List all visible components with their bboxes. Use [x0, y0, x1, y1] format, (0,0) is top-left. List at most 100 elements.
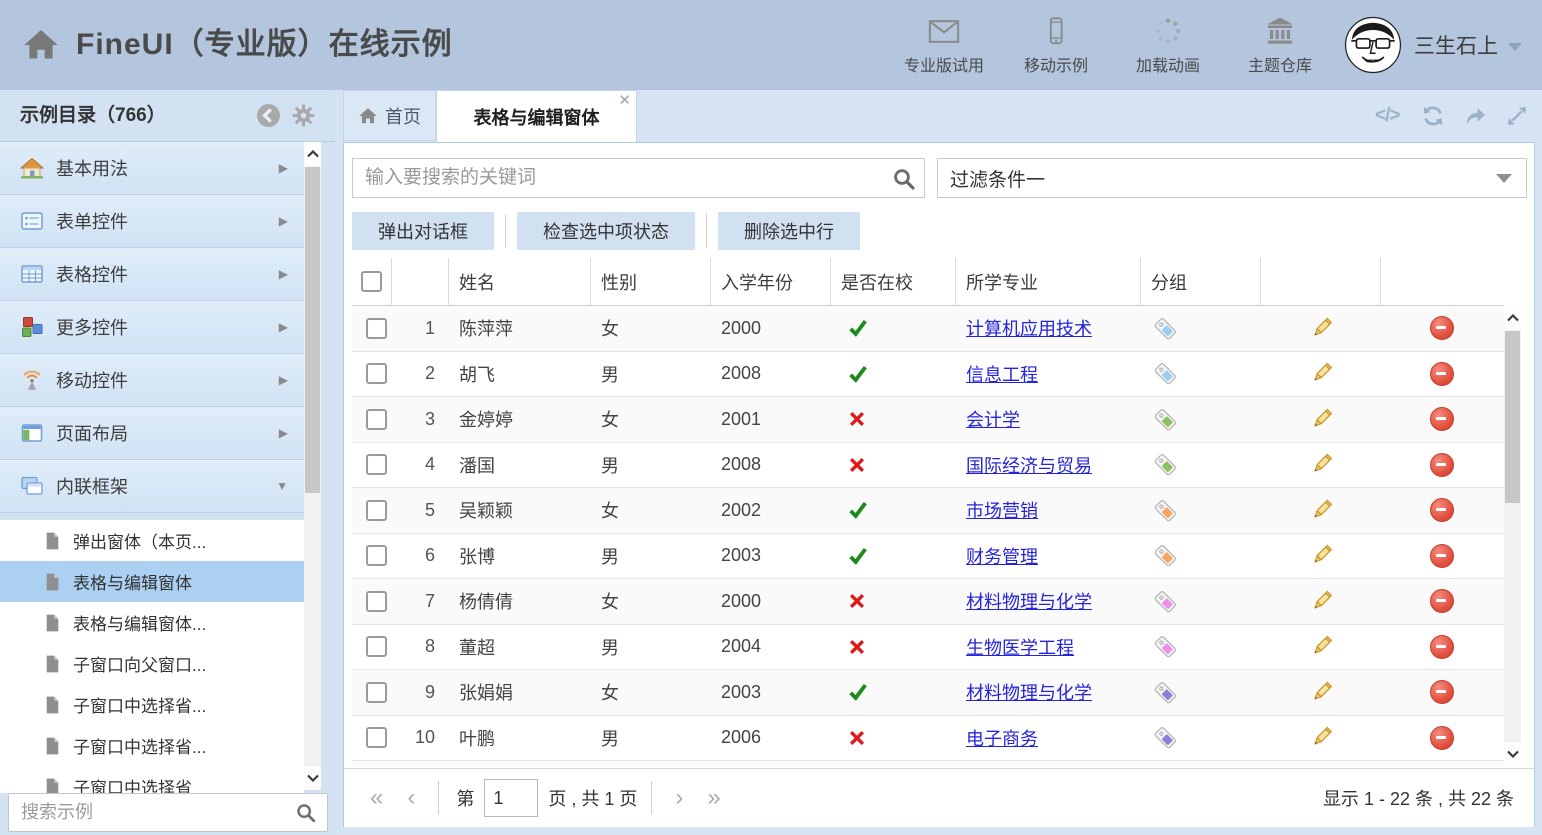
avatar[interactable] [1344, 16, 1402, 74]
delete-icon[interactable] [1430, 316, 1454, 340]
search-icon[interactable] [892, 167, 914, 189]
table-row[interactable]: 1陈萍萍女2000计算机应用技术 [352, 306, 1504, 352]
scroll-up-icon[interactable] [1504, 306, 1521, 330]
row-checkbox[interactable] [366, 318, 387, 339]
sidebar-item[interactable]: 页面布局▶ [0, 407, 304, 460]
scroll-up-icon[interactable] [304, 142, 321, 166]
tab-active[interactable]: 表格与编辑窗体 ✕ [436, 90, 637, 142]
major-link[interactable]: 市场营销 [966, 497, 1038, 523]
row-checkbox[interactable] [366, 409, 387, 430]
table-row[interactable]: 5吴颖颖女2002市场营销 [352, 488, 1504, 534]
column-header[interactable]: 是否在校 [831, 258, 956, 305]
edit-icon[interactable] [1309, 634, 1334, 659]
source-code-icon[interactable]: </> [1375, 104, 1401, 128]
close-icon[interactable]: ✕ [618, 94, 631, 108]
prev-page-button[interactable]: ‹ [395, 783, 427, 813]
edit-icon[interactable] [1309, 543, 1334, 568]
row-checkbox[interactable] [366, 727, 387, 748]
table-row[interactable]: 10叶鹏男2006电子商务 [352, 716, 1504, 762]
sidebar-item[interactable]: 内联框架▼ [0, 460, 304, 513]
delete-icon[interactable] [1430, 726, 1454, 750]
delete-icon[interactable] [1430, 635, 1454, 659]
delete-icon[interactable] [1430, 407, 1454, 431]
table-row[interactable]: 2胡飞男2008信息工程 [352, 352, 1504, 398]
sidebar-subitem[interactable]: 子窗口中选择省 [0, 766, 304, 793]
nav-item[interactable]: 加载动画 [1112, 13, 1224, 79]
action-button[interactable]: 检查选中项状态 [517, 212, 695, 250]
table-row[interactable]: 3金婷婷女2001会计学 [352, 397, 1504, 443]
action-button[interactable]: 删除选中行 [718, 212, 860, 250]
edit-icon[interactable] [1309, 589, 1334, 614]
edit-icon[interactable] [1309, 452, 1334, 477]
next-page-button[interactable]: › [663, 783, 695, 813]
row-checkbox[interactable] [366, 363, 387, 384]
scrollbar-thumb[interactable] [1505, 331, 1520, 503]
sidebar-item[interactable]: 更多控件▶ [0, 301, 304, 354]
scrollbar-thumb[interactable] [305, 167, 320, 493]
table-row[interactable]: 11王晓晗女2002管理科学 [352, 761, 1504, 767]
keyword-search-input[interactable] [353, 166, 892, 190]
sidebar-item[interactable]: 表格控件▶ [0, 248, 304, 301]
sidebar-subitem[interactable]: 子窗口中选择省... [0, 684, 304, 725]
column-header[interactable]: 入学年份 [711, 258, 831, 305]
row-checkbox[interactable] [366, 591, 387, 612]
table-row[interactable]: 8董超男2004生物医学工程 [352, 625, 1504, 671]
edit-icon[interactable] [1309, 498, 1334, 523]
select-all-checkbox[interactable] [361, 271, 382, 292]
delete-icon[interactable] [1430, 362, 1454, 386]
row-checkbox[interactable] [366, 682, 387, 703]
edit-icon[interactable] [1309, 725, 1334, 750]
major-link[interactable]: 会计学 [966, 406, 1020, 432]
last-page-button[interactable]: » [695, 783, 732, 813]
grid-scrollbar[interactable] [1504, 306, 1521, 766]
share-icon[interactable] [1463, 104, 1489, 128]
scroll-down-icon[interactable] [304, 766, 321, 790]
table-row[interactable]: 9张娟娟女2003材料物理与化学 [352, 670, 1504, 716]
major-link[interactable]: 电子商务 [966, 725, 1038, 751]
sidebar-item[interactable]: 基本用法▶ [0, 142, 304, 195]
sidebar-subitem[interactable]: 弹出窗体（本页... [0, 520, 304, 561]
sidebar-subitem[interactable]: 子窗口向父窗口... [0, 643, 304, 684]
search-icon[interactable] [295, 802, 317, 824]
major-link[interactable]: 计算机应用技术 [966, 315, 1092, 341]
edit-icon[interactable] [1309, 316, 1334, 341]
collapse-sidebar-icon[interactable] [256, 103, 281, 128]
sidebar-subitem[interactable]: 子窗口中选择省... [0, 725, 304, 766]
user-menu[interactable]: 三生石上 [1344, 14, 1522, 76]
table-row[interactable]: 4潘国男2008国际经济与贸易 [352, 443, 1504, 489]
table-row[interactable]: 6张博男2003财务管理 [352, 534, 1504, 580]
major-link[interactable]: 材料物理与化学 [966, 679, 1092, 705]
delete-icon[interactable] [1430, 498, 1454, 522]
major-link[interactable]: 生物医学工程 [966, 634, 1074, 660]
major-link[interactable]: 材料物理与化学 [966, 588, 1092, 614]
delete-icon[interactable] [1430, 680, 1454, 704]
first-page-button[interactable]: « [358, 783, 395, 813]
expand-icon[interactable] [1505, 104, 1531, 128]
row-checkbox[interactable] [366, 454, 387, 475]
row-checkbox[interactable] [366, 545, 387, 566]
edit-icon[interactable] [1309, 407, 1334, 432]
column-header[interactable]: 所学专业 [956, 258, 1141, 305]
scroll-down-icon[interactable] [1504, 742, 1521, 766]
edit-icon[interactable] [1309, 680, 1334, 705]
sidebar-search-input[interactable] [9, 801, 295, 824]
column-header[interactable]: 姓名 [449, 258, 591, 305]
sidebar-subitem[interactable]: 表格与编辑窗体... [0, 602, 304, 643]
row-checkbox[interactable] [366, 500, 387, 521]
major-link[interactable]: 财务管理 [966, 543, 1038, 569]
table-row[interactable]: 7杨倩倩女2000材料物理与化学 [352, 579, 1504, 625]
sidebar-item[interactable]: 移动控件▶ [0, 354, 304, 407]
sidebar-subitem[interactable]: 表格与编辑窗体 [0, 561, 304, 602]
major-link[interactable]: 国际经济与贸易 [966, 452, 1092, 478]
filter-dropdown[interactable]: 过滤条件一 [937, 158, 1527, 198]
gear-icon[interactable] [291, 103, 316, 128]
major-link[interactable]: 信息工程 [966, 361, 1038, 387]
delete-icon[interactable] [1430, 589, 1454, 613]
nav-item[interactable]: 主题仓库 [1224, 13, 1336, 79]
sidebar-item[interactable]: 表单控件▶ [0, 195, 304, 248]
user-name[interactable]: 三生石上 [1414, 30, 1498, 60]
sidebar-scrollbar[interactable] [304, 142, 321, 790]
delete-icon[interactable] [1430, 453, 1454, 477]
nav-item[interactable]: 专业版试用 [888, 13, 1000, 79]
page-number-input[interactable] [484, 779, 538, 817]
